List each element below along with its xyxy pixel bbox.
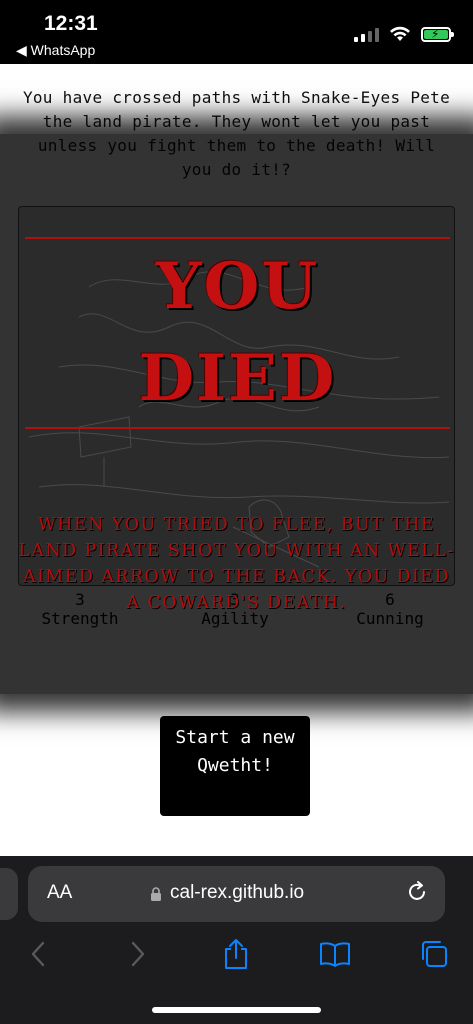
url-text[interactable]: cal-rex.github.io [170, 882, 304, 904]
status-icons: ⚡ [354, 26, 454, 42]
you-died-title-line1: YOU [155, 249, 320, 324]
forward-icon [131, 941, 145, 967]
back-button[interactable] [18, 934, 58, 974]
wifi-icon [390, 26, 410, 41]
signal-icon [354, 26, 379, 42]
reload-icon[interactable] [405, 880, 429, 904]
bookmarks-icon [320, 942, 350, 967]
lock-icon [151, 887, 161, 901]
start-new-quest-button[interactable]: Start a new Qwetht! [160, 716, 310, 816]
status-time: 12:31 [44, 12, 98, 35]
status-bar: 12:31 ◀ WhatsApp ⚡ [0, 0, 473, 64]
web-page: You have crossed paths with Snake-Eyes P… [0, 64, 473, 856]
forward-button[interactable] [118, 934, 158, 974]
back-icon [31, 941, 45, 967]
home-indicator[interactable] [152, 1007, 321, 1013]
share-icon [225, 939, 247, 969]
browser-bottom-bar: AA cal-rex.github.io [0, 856, 473, 1024]
browser-toolbar [0, 934, 473, 984]
text-size-button[interactable]: AA [47, 882, 72, 904]
previous-tab-peek[interactable] [0, 868, 18, 920]
address-bar[interactable]: AA cal-rex.github.io [28, 866, 445, 922]
back-to-whatsapp-link[interactable]: ◀ WhatsApp [16, 42, 95, 59]
tabs-button[interactable] [414, 934, 454, 974]
tabs-icon [422, 941, 447, 967]
share-button[interactable] [216, 934, 256, 974]
battery-icon: ⚡ [421, 26, 454, 42]
death-message: WHEN YOU TRIED TO FLEE, BUT THE LAND PIR… [18, 515, 455, 613]
bottom-divider [25, 427, 450, 429]
you-died-title-line2: DIED [138, 341, 337, 416]
top-divider [25, 237, 450, 239]
bookmarks-button[interactable] [315, 934, 355, 974]
